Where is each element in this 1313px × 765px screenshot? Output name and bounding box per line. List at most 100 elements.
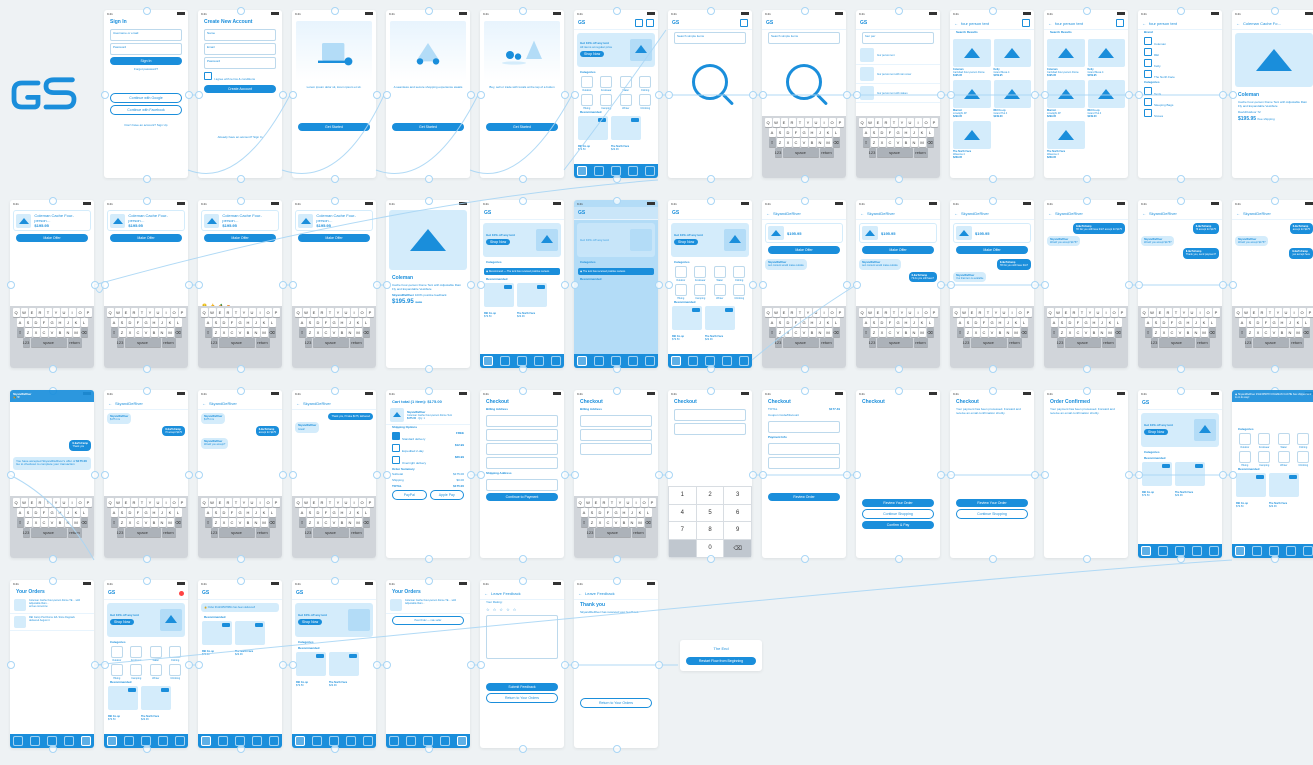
key-j[interactable]: J (159, 318, 166, 327)
key-l[interactable]: L (81, 508, 88, 517)
key-k[interactable]: K (355, 318, 362, 327)
key-s[interactable]: S (119, 318, 126, 327)
category-hiking[interactable]: Hiking (108, 664, 126, 680)
key-q[interactable]: Q (859, 118, 866, 127)
key-⇧[interactable]: ⇧ (1145, 328, 1152, 337)
key-z[interactable]: Z (589, 518, 596, 527)
key-123[interactable]: 123 (963, 338, 970, 347)
key-l[interactable]: L (833, 128, 840, 137)
key-g[interactable]: G (895, 318, 902, 327)
key-q[interactable]: Q (13, 308, 20, 317)
filter-brand[interactable]: The North Face (1144, 69, 1216, 80)
get-started-button[interactable]: Get Started (486, 123, 558, 131)
key-k[interactable]: K (919, 318, 926, 327)
key-d[interactable]: D (33, 508, 40, 517)
filter-brand[interactable]: Coleman (1144, 36, 1216, 47)
key-e[interactable]: E (123, 308, 130, 317)
key-l[interactable]: L (645, 508, 652, 517)
key-g[interactable]: G (331, 508, 338, 517)
key-r[interactable]: R (1165, 308, 1172, 317)
key-v[interactable]: V (801, 138, 808, 147)
key-j[interactable]: J (817, 128, 824, 137)
key-l[interactable]: L (927, 318, 934, 327)
rec-card[interactable]: The North Face$29.99 (705, 306, 735, 341)
key-⌫[interactable]: ⌫ (927, 138, 934, 147)
confirm-pay-button[interactable]: Confirm & Pay (862, 521, 934, 529)
filter-icon[interactable] (1022, 19, 1030, 27)
numkey-4[interactable]: 4 (669, 505, 696, 522)
key-k[interactable]: K (73, 318, 80, 327)
key-j[interactable]: J (629, 508, 636, 517)
key-space[interactable]: space (1065, 338, 1101, 347)
key-j[interactable]: J (159, 508, 166, 517)
key-p[interactable]: P (367, 498, 374, 507)
key-h[interactable]: H (245, 318, 252, 327)
key-w[interactable]: W (209, 308, 216, 317)
key-return[interactable]: return (1102, 338, 1116, 347)
key-x[interactable]: X (127, 518, 134, 527)
password-input[interactable]: Password (110, 43, 182, 55)
key-j[interactable]: J (347, 508, 354, 517)
key-j[interactable]: J (253, 318, 260, 327)
key-m[interactable]: M (825, 138, 832, 147)
category-outdoor[interactable]: Outdoor (578, 76, 596, 92)
key-h[interactable]: H (245, 508, 252, 517)
key-k[interactable]: K (355, 508, 362, 517)
key-c[interactable]: C (981, 328, 988, 337)
key-e[interactable]: E (875, 118, 882, 127)
key-w[interactable]: W (21, 308, 28, 317)
key-p[interactable]: P (179, 498, 186, 507)
category-hiking[interactable]: Hiking (672, 284, 690, 300)
key-r[interactable]: R (1071, 308, 1078, 317)
key-r[interactable]: R (789, 118, 796, 127)
result-card[interactable]: The North FaceWawona 4$269.95 (1047, 121, 1085, 159)
rating-stars[interactable]: ☆ ☆ ☆ ☆ ☆ (480, 606, 564, 613)
key-m[interactable]: M (261, 518, 268, 527)
key-n[interactable]: N (65, 328, 72, 337)
signup-link[interactable]: Don't have an account? Sign Up (104, 123, 188, 129)
key-a[interactable]: A (957, 318, 964, 327)
key-a[interactable]: A (1239, 318, 1246, 327)
key-r[interactable]: R (319, 498, 326, 507)
key-⇧[interactable]: ⇧ (769, 138, 776, 147)
key-p[interactable]: P (273, 308, 280, 317)
numkey-8[interactable]: 8 (697, 522, 724, 539)
key-k[interactable]: K (825, 318, 832, 327)
logo-icon[interactable]: GS (578, 20, 585, 26)
key-h[interactable]: H (151, 508, 158, 517)
filter-cat[interactable]: Tents (1144, 86, 1216, 97)
key-123[interactable]: 123 (117, 338, 124, 347)
key-b[interactable]: B (1279, 328, 1286, 337)
result-card[interactable]: REI Co-opGrand Hut 4$249.00 (1088, 80, 1126, 118)
key-r[interactable]: R (225, 498, 232, 507)
key-c[interactable]: C (1075, 328, 1082, 337)
rec-card[interactable]: REI Co-op$79.50 (296, 652, 326, 687)
key-z[interactable]: Z (213, 328, 220, 337)
key-y[interactable]: Y (1181, 308, 1188, 317)
key-b[interactable]: B (809, 328, 816, 337)
key-e[interactable]: E (311, 308, 318, 317)
key-123[interactable]: 123 (775, 338, 782, 347)
key-123[interactable]: 123 (587, 528, 594, 537)
key-v[interactable]: V (331, 518, 338, 527)
key-l[interactable]: L (269, 318, 276, 327)
key-a[interactable]: A (863, 128, 870, 137)
key-x[interactable]: X (1067, 328, 1074, 337)
rec-card[interactable]: REI Co-op$79.50 (672, 306, 702, 341)
key-v[interactable]: V (801, 328, 808, 337)
key-c[interactable]: C (135, 518, 142, 527)
key-z[interactable]: Z (1153, 328, 1160, 337)
key-a[interactable]: A (205, 318, 212, 327)
key-g[interactable]: G (49, 508, 56, 517)
key-l[interactable]: L (927, 128, 934, 137)
result-card[interactable]: KeltyGrand Mesa 4$159.95 (994, 39, 1032, 77)
key-n[interactable]: N (1099, 328, 1106, 337)
key-d[interactable]: D (785, 318, 792, 327)
key-j[interactable]: J (817, 318, 824, 327)
key-⌫[interactable]: ⌫ (363, 328, 370, 337)
key-return[interactable]: return (256, 338, 270, 347)
back-icon[interactable]: ← (1236, 21, 1240, 26)
category-water[interactable]: Water (147, 646, 165, 662)
key-a[interactable]: A (1051, 318, 1058, 327)
key-h[interactable]: H (903, 318, 910, 327)
